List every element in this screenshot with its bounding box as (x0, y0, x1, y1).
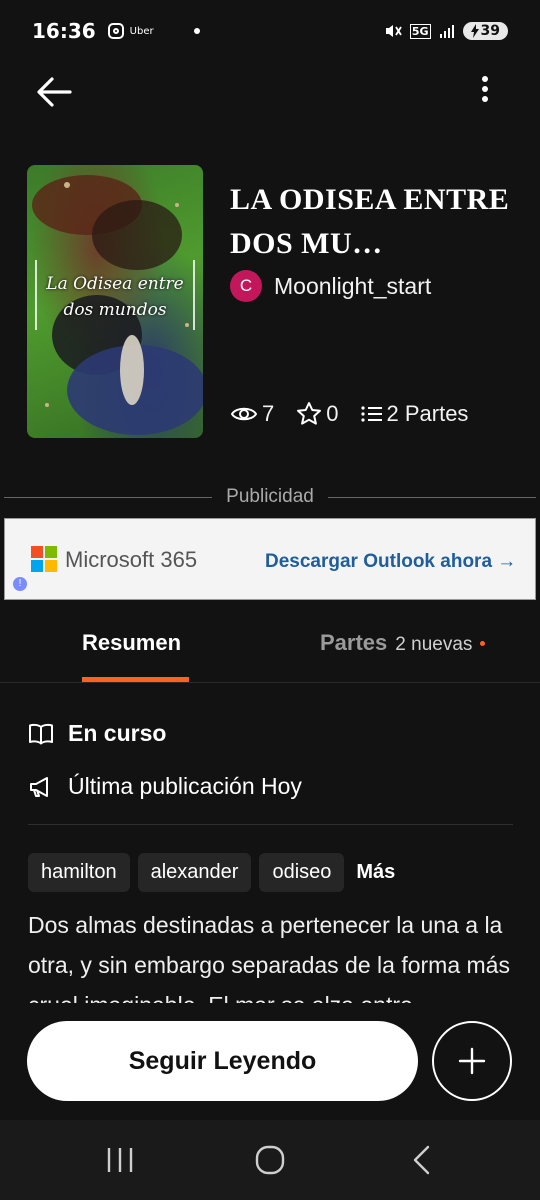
instagram-icon (107, 23, 124, 39)
active-tab-indicator (82, 677, 189, 682)
book-stats: 7 0 2 Partes (230, 401, 490, 427)
divider (28, 824, 513, 825)
tab-bar: Resumen Partes 2 nuevas (0, 610, 540, 683)
tab-summary[interactable]: Resumen (82, 630, 181, 656)
megaphone-icon (30, 776, 48, 797)
status-row: En curso (28, 720, 166, 747)
parts-count: 2 Partes (386, 401, 469, 426)
status-bar: 16:36 Uber 5G 39 (0, 0, 540, 62)
uber-notification-label: Uber (129, 25, 154, 37)
battery-indicator: 39 (462, 22, 508, 40)
ad-label: Publicidad (226, 486, 314, 507)
status-right: 5G 39 (384, 22, 508, 40)
tab-parts[interactable]: Partes 2 nuevas (320, 630, 485, 656)
charging-bolt-icon (470, 24, 479, 38)
more-tags-button[interactable]: Más (352, 861, 395, 884)
cover-title: La Odisea entre dos mundos (46, 274, 184, 320)
last-update-text: Última publicación Hoy (68, 773, 302, 799)
votes-stat: 0 (296, 401, 339, 427)
author-avatar: C (230, 270, 262, 302)
notification-dot-icon (193, 28, 200, 34)
open-book-icon (29, 723, 53, 744)
book-title: LA ODISEA ENTRE DOS MU… (230, 183, 510, 260)
list-icon (360, 406, 382, 422)
more-options-button[interactable] (470, 72, 500, 112)
plus-icon (458, 1047, 486, 1075)
parts-stat: 2 Partes (360, 401, 469, 427)
more-vertical-icon (482, 76, 488, 82)
status-time: 16:36 (32, 19, 96, 43)
last-update-row: Última publicación Hoy (28, 773, 302, 800)
top-app-bar (0, 62, 540, 122)
author-link[interactable]: C Moonlight_start (230, 270, 431, 302)
back-button[interactable] (34, 74, 74, 110)
ad-label-row: Publicidad (4, 485, 537, 509)
ad-info-icon[interactable]: ! (13, 577, 27, 591)
nav-back-icon[interactable] (402, 1140, 442, 1180)
tab-parts-label: Partes (320, 630, 388, 655)
battery-level: 39 (480, 23, 500, 39)
system-nav-bar (0, 1120, 540, 1200)
new-dot-icon (479, 641, 485, 646)
signal-icon (439, 25, 454, 38)
tag-list: hamilton alexander odiseo Más (28, 853, 395, 892)
author-name: Moonlight_start (274, 272, 432, 299)
recents-icon[interactable] (100, 1140, 140, 1180)
tag-chip[interactable]: odiseo (259, 853, 345, 892)
back-arrow-icon (37, 77, 72, 107)
microsoft-logo-icon (31, 546, 57, 572)
eye-icon (230, 407, 258, 421)
story-status: En curso (68, 720, 167, 746)
votes-count: 0 (326, 401, 339, 426)
home-icon[interactable] (250, 1140, 290, 1180)
ad-brand: Microsoft 365 (65, 547, 198, 572)
book-cover[interactable]: La Odisea entre dos mundos (27, 165, 203, 438)
story-description: Dos almas destinadas a pertenecer la una… (28, 912, 510, 1003)
tag-chip[interactable]: hamilton (28, 853, 130, 892)
star-icon (297, 402, 322, 425)
network-label: 5G (409, 23, 431, 39)
add-to-library-button[interactable] (432, 1021, 512, 1101)
mute-icon (385, 25, 402, 37)
continue-reading-button[interactable]: Seguir Leyendo (27, 1021, 418, 1101)
reads-count: 7 (262, 401, 275, 426)
ad-banner[interactable]: Microsoft 365 Descargar Outlook ahora → … (4, 518, 536, 600)
reads-stat: 7 (230, 401, 274, 427)
ad-cta-link[interactable]: Descargar Outlook ahora → (265, 551, 516, 573)
tag-chip[interactable]: alexander (137, 853, 252, 892)
notification-icons: Uber (107, 23, 154, 39)
new-parts-badge: 2 nuevas (395, 634, 485, 656)
